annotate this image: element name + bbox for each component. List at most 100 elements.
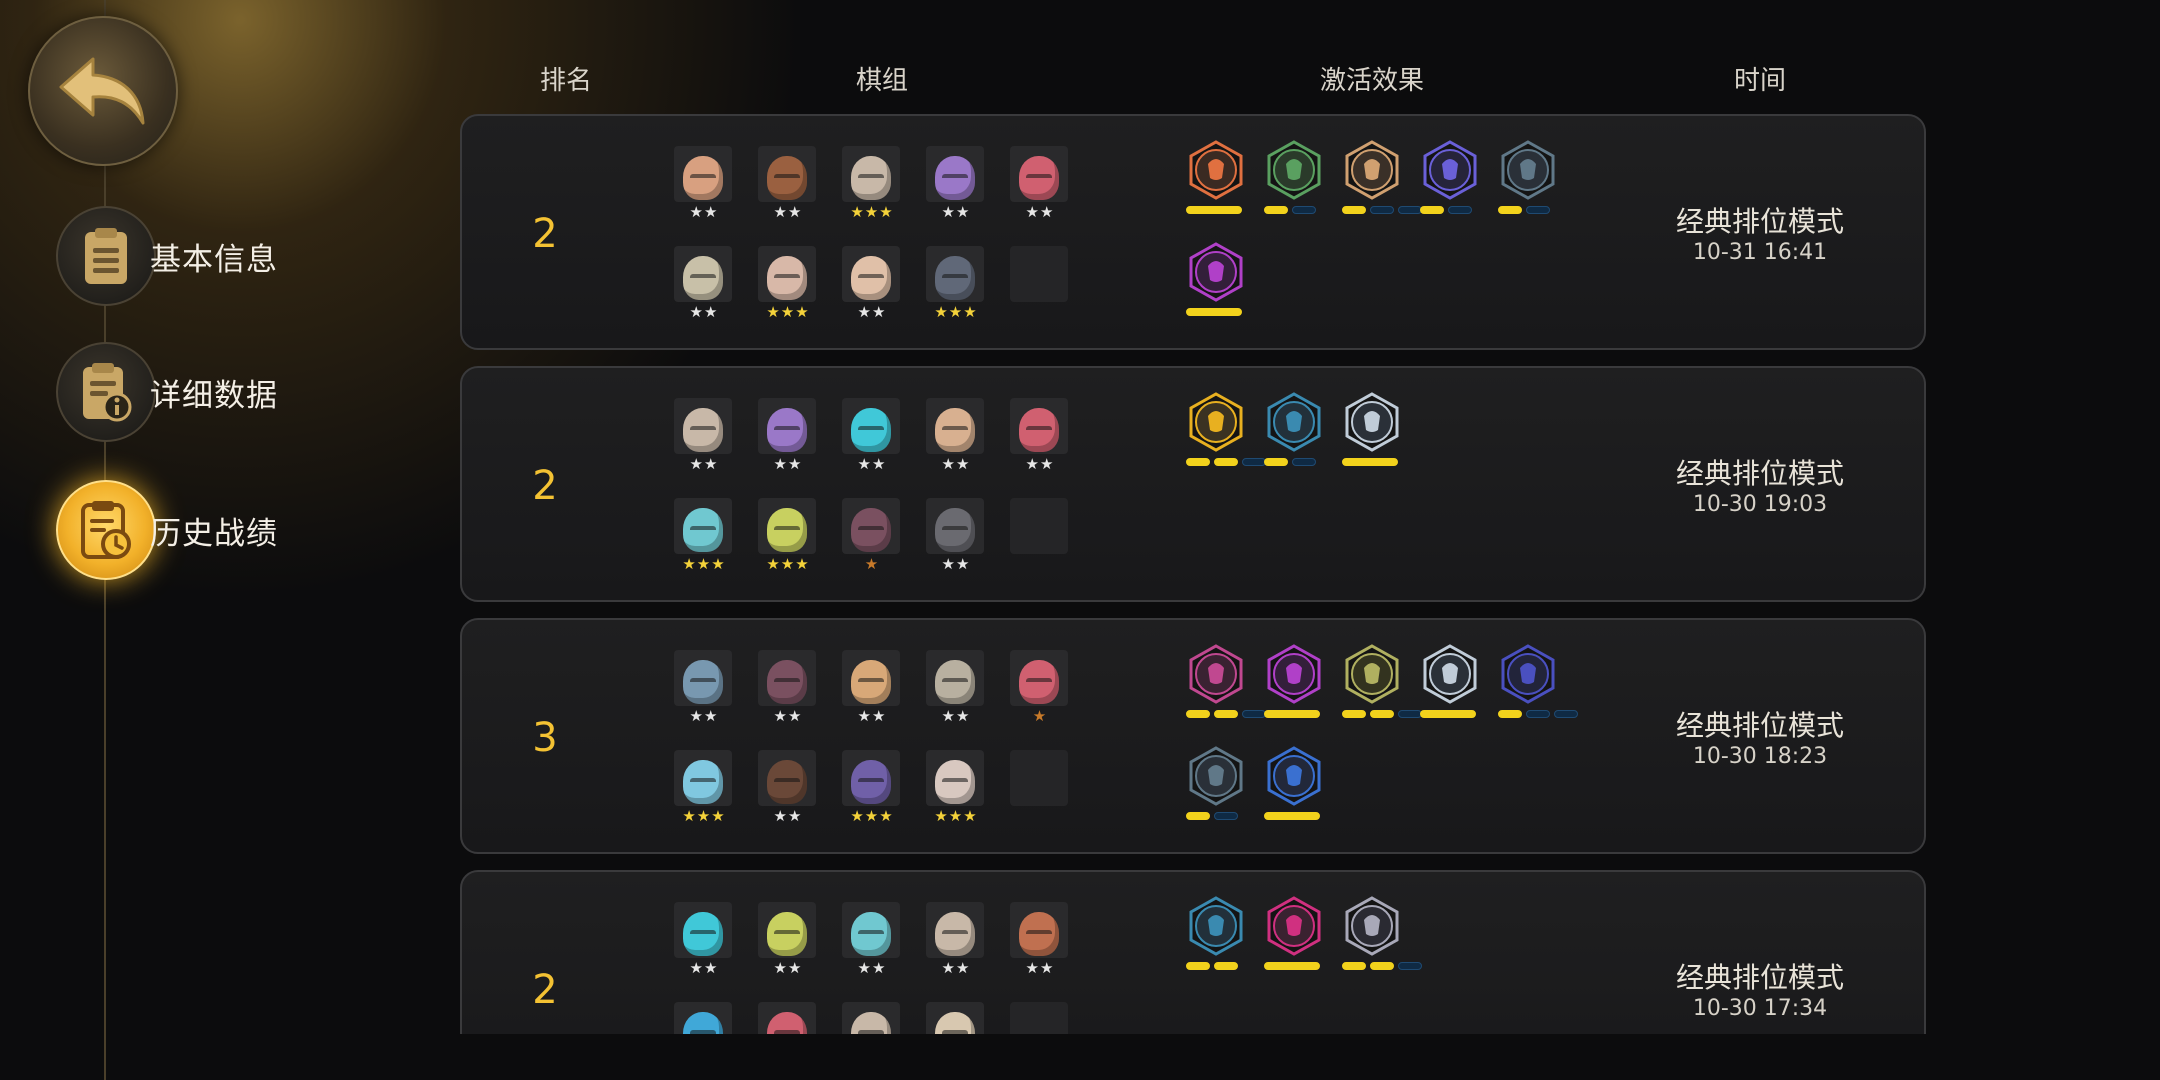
synergy-item[interactable] (1184, 392, 1266, 472)
chess-piece[interactable]: ★★ (842, 398, 902, 474)
star-rating: ★★★ (682, 807, 726, 825)
synergy-item[interactable] (1340, 140, 1422, 220)
chess-eyes (774, 174, 800, 184)
chess-eyes (1026, 930, 1052, 940)
chess-piece[interactable]: ★★ (674, 246, 734, 322)
synergy-item[interactable] (1496, 644, 1578, 724)
chess-portrait (758, 498, 816, 554)
synergy-item[interactable] (1496, 140, 1560, 220)
bow-icon (1267, 140, 1321, 200)
synergy-item[interactable] (1418, 644, 1482, 724)
chess-piece[interactable]: ★★★ (842, 750, 902, 826)
chess-portrait (926, 146, 984, 202)
synergy-item[interactable] (1184, 896, 1248, 976)
chess-eyes (690, 930, 716, 940)
chess-piece[interactable]: ★★★ (758, 246, 818, 322)
star-rating: ★★ (689, 959, 719, 977)
match-record[interactable]: 2 ★★ ★★ ★★ ★★ ★★ 经典排位模式 10-30 17:34 (460, 870, 1926, 1034)
chess-head (935, 760, 975, 804)
synergy-item[interactable] (1184, 140, 1248, 220)
chess-piece[interactable]: ★★ (926, 398, 986, 474)
chess-piece[interactable]: ★★ (758, 902, 818, 978)
chess-piece[interactable]: ★★ (674, 146, 734, 222)
chess-piece[interactable]: ★★ (758, 398, 818, 474)
synergy-item[interactable] (1262, 392, 1326, 472)
nav-item-detailed-data[interactable]: 详细数据 (56, 342, 278, 442)
synergy-item[interactable] (1340, 896, 1422, 976)
empty-chess-slot (1010, 246, 1070, 322)
chess-head (683, 760, 723, 804)
synergy-item[interactable] (1340, 644, 1422, 724)
rank-value: 2 (532, 463, 558, 509)
chess-head (851, 660, 891, 704)
star-rating: ★★ (857, 303, 887, 321)
match-record[interactable]: 3 ★★ ★★ ★★ ★★ ★ ★★★ ★★ ★★★ ★★★ 经典排位模式 10-30 18:23 (460, 618, 1926, 854)
chess-piece[interactable]: ★★ (926, 146, 986, 222)
chess-eyes (1026, 678, 1052, 688)
match-record[interactable]: 2 ★★ ★★ ★★ ★★ ★★ ★★★ ★★★ ★ ★★ 经典排位模式 10-30 19:03 (460, 366, 1926, 602)
chess-piece[interactable] (674, 1002, 734, 1034)
star-rating: ★★ (773, 807, 803, 825)
chess-eyes (690, 426, 716, 436)
helmet-icon (1189, 140, 1243, 200)
chess-head (767, 760, 807, 804)
chess-piece[interactable]: ★★ (842, 246, 902, 322)
match-time: 10-30 17:34 (1692, 996, 1828, 1021)
synergy-item[interactable] (1262, 746, 1326, 826)
chess-piece[interactable]: ★★ (758, 146, 818, 222)
chess-piece[interactable]: ★★ (1010, 902, 1070, 978)
star-rating: ★★ (941, 707, 971, 725)
chess-piece[interactable] (842, 1002, 902, 1034)
synergy-item[interactable] (1262, 644, 1326, 724)
chess-piece[interactable]: ★★ (758, 750, 818, 826)
chess-piece[interactable]: ★★ (926, 902, 986, 978)
back-button[interactable] (28, 16, 178, 166)
chess-piece[interactable]: ★★★ (758, 498, 818, 574)
chess-piece[interactable]: ★★ (674, 650, 734, 726)
game-mode: 经典排位模式 (1675, 709, 1845, 742)
chess-head (935, 156, 975, 200)
synergy-item[interactable] (1262, 896, 1326, 976)
chess-piece[interactable]: ★★ (758, 650, 818, 726)
star-rating: ★★ (773, 959, 803, 977)
synergy-item[interactable] (1418, 140, 1482, 220)
chess-portrait (1010, 398, 1068, 454)
chess-portrait (926, 498, 984, 554)
nav-item-basic-info[interactable]: 基本信息 (56, 206, 278, 306)
chess-piece[interactable]: ★★★ (674, 498, 734, 574)
chess-portrait (674, 750, 732, 806)
match-record[interactable]: 2 ★★ ★★ ★★★ ★★ ★★ ★★ ★★★ ★★ ★★★ 经典排位模式 10-31 16:41 (460, 114, 1926, 350)
chess-piece[interactable]: ★★ (926, 650, 986, 726)
star-rating: ★★ (689, 707, 719, 725)
nav-item-history[interactable]: 历史战绩 (56, 480, 278, 580)
chess-piece[interactable]: ★ (842, 498, 902, 574)
synergy-item[interactable] (1340, 392, 1404, 472)
chess-piece[interactable]: ★★ (842, 650, 902, 726)
match-history-list[interactable]: 2 ★★ ★★ ★★★ ★★ ★★ ★★ ★★★ ★★ ★★★ 经典排位模式 10-31 16:41 2… (460, 114, 1926, 1034)
chess-head (1019, 912, 1059, 956)
game-mode: 经典排位模式 (1675, 961, 1845, 994)
chess-piece[interactable] (758, 1002, 818, 1034)
synergy-item[interactable] (1184, 644, 1266, 724)
chess-portrait (758, 398, 816, 454)
synergy-item[interactable] (1184, 242, 1248, 322)
synergy-item[interactable] (1262, 140, 1326, 220)
chess-piece[interactable]: ★★ (842, 902, 902, 978)
chess-head (851, 508, 891, 552)
chess-eyes (942, 274, 968, 284)
chess-piece[interactable]: ★★★ (926, 750, 986, 826)
chess-piece[interactable]: ★★ (674, 902, 734, 978)
chess-piece[interactable]: ★★ (1010, 398, 1070, 474)
chess-piece[interactable]: ★★★ (926, 246, 986, 322)
synergy-item[interactable] (1184, 746, 1248, 826)
chess-piece[interactable]: ★★ (926, 498, 986, 574)
chess-piece[interactable]: ★ (1010, 650, 1070, 726)
star-rating: ★★★ (682, 555, 726, 573)
chess-piece[interactable]: ★★★ (674, 750, 734, 826)
chess-portrait (758, 902, 816, 958)
chess-piece[interactable]: ★★ (1010, 146, 1070, 222)
chess-piece[interactable]: ★★★ (842, 146, 902, 222)
star-rating: ★★★ (850, 203, 894, 221)
chess-piece[interactable]: ★★ (674, 398, 734, 474)
chess-piece[interactable] (926, 1002, 986, 1034)
